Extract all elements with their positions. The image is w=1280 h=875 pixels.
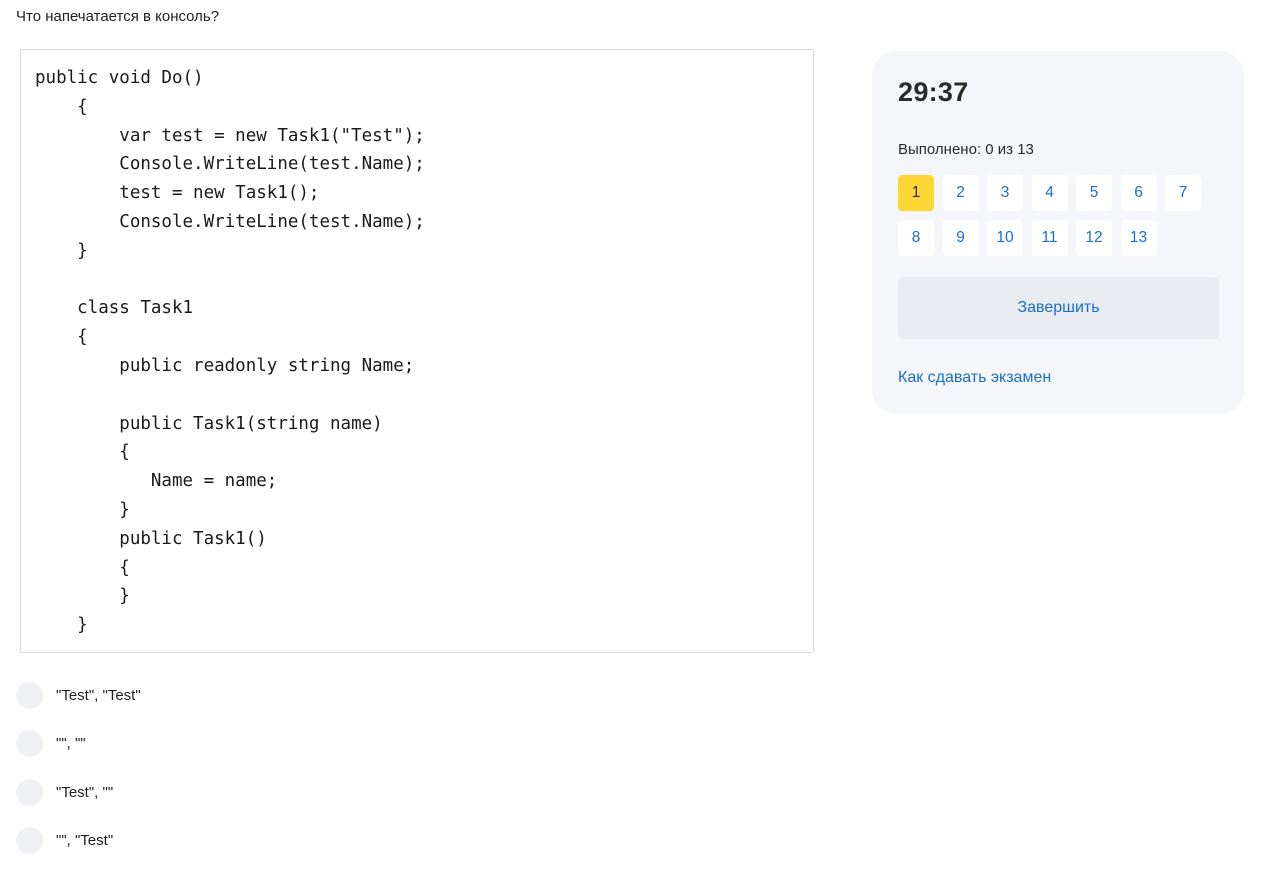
code-snippet-box: public void Do() { var test = new Task1(… — [20, 49, 814, 653]
radio-button[interactable] — [16, 730, 43, 757]
question-number-button[interactable]: 4 — [1031, 175, 1068, 211]
answer-option[interactable]: "", "Test" — [16, 827, 141, 855]
question-number-button[interactable]: 11 — [1031, 220, 1068, 256]
question-number-button[interactable]: 9 — [942, 220, 979, 256]
answer-label: "Test", "" — [56, 783, 114, 801]
answer-option[interactable]: "", "" — [16, 730, 141, 758]
answer-option[interactable]: "Test", "" — [16, 778, 141, 806]
question-number-button[interactable]: 5 — [1076, 175, 1112, 211]
radio-button[interactable] — [16, 681, 43, 709]
answer-option[interactable]: "Test", "Test" — [16, 681, 141, 709]
answer-label: "", "" — [56, 735, 86, 752]
answer-label: "Test", "Test" — [56, 686, 141, 704]
question-number-button[interactable]: 8 — [898, 220, 934, 256]
question-number-button[interactable]: 3 — [987, 175, 1023, 211]
question-number-button[interactable]: 12 — [1076, 220, 1112, 256]
question-text: Что напечатается в консоль? — [16, 8, 220, 25]
radio-button[interactable] — [16, 778, 43, 806]
answer-label: "", "Test" — [56, 832, 114, 849]
progress-text: Выполнено: 0 из 13 — [898, 141, 1034, 158]
question-number-button[interactable]: 6 — [1120, 175, 1157, 211]
finish-button[interactable]: Завершить — [898, 277, 1219, 339]
question-number-button[interactable]: 1 — [898, 175, 934, 211]
code-snippet: public void Do() { var test = new Task1(… — [35, 68, 425, 636]
question-navigator: 1 2 3 4 5 6 7 8 9 10 11 12 13 — [898, 175, 1218, 265]
exam-side-panel: 29:37 Выполнено: 0 из 13 1 2 3 4 5 6 7 8… — [872, 51, 1244, 414]
question-number-button[interactable]: 7 — [1165, 175, 1201, 211]
answer-options: "Test", "Test" "", "" "Test", "" "", "Te… — [16, 681, 141, 875]
question-number-button[interactable]: 13 — [1120, 220, 1157, 256]
question-number-button[interactable]: 2 — [942, 175, 979, 211]
question-number-button[interactable]: 10 — [987, 220, 1023, 256]
radio-button[interactable] — [16, 827, 43, 854]
timer: 29:37 — [898, 77, 969, 107]
how-to-take-exam-link[interactable]: Как сдавать экзамен — [898, 369, 1051, 387]
